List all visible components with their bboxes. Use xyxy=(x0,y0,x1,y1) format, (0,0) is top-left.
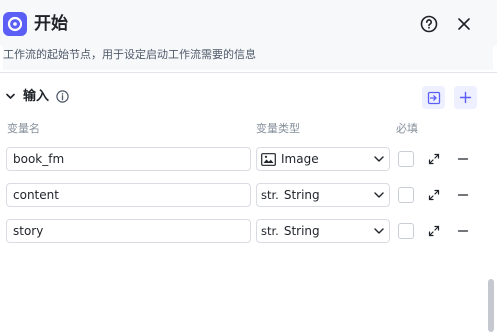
required-checkbox[interactable] xyxy=(398,187,414,203)
variable-row: story str. String xyxy=(0,219,497,243)
chevron-down-icon xyxy=(373,153,385,165)
node-header: 开始 xyxy=(0,0,497,46)
info-icon[interactable] xyxy=(56,90,69,103)
variable-type-select[interactable]: str. String xyxy=(256,183,390,207)
remove-icon[interactable] xyxy=(456,152,470,166)
column-header-name: 变量名 xyxy=(7,122,40,135)
variable-type-prefix: str. xyxy=(261,224,279,238)
expand-icon[interactable] xyxy=(427,224,441,238)
node-title: 开始 xyxy=(34,14,68,34)
variable-type-prefix: str. xyxy=(261,188,279,202)
variable-type-label: String xyxy=(283,224,320,238)
plus-icon xyxy=(459,91,472,104)
remove-icon[interactable] xyxy=(456,224,470,238)
import-icon xyxy=(427,91,440,104)
divider xyxy=(0,72,497,73)
expand-icon[interactable] xyxy=(427,152,441,166)
variable-type-select[interactable]: str. String xyxy=(256,219,390,243)
scrollbar-thumb[interactable] xyxy=(488,279,494,332)
variable-type-label: Image xyxy=(281,152,319,166)
section-title: 输入 xyxy=(23,89,50,104)
add-variable-button[interactable] xyxy=(454,86,477,109)
variable-type-select[interactable]: Image xyxy=(256,147,390,171)
column-header-type: 变量类型 xyxy=(256,122,300,135)
variable-type-label: String xyxy=(283,188,320,202)
question-circle-icon[interactable] xyxy=(419,14,439,34)
required-checkbox[interactable] xyxy=(398,151,414,167)
chevron-down-icon[interactable] xyxy=(4,90,16,102)
chevron-down-icon xyxy=(373,225,385,237)
remove-icon[interactable] xyxy=(456,188,470,202)
image-icon xyxy=(261,152,276,166)
variable-name-input[interactable]: story xyxy=(6,219,251,243)
variable-row: content str. String xyxy=(0,183,497,207)
column-header-required: 必填 xyxy=(396,122,418,135)
variable-row: book_fm Image xyxy=(0,147,497,171)
close-icon[interactable] xyxy=(454,14,474,34)
variable-name-input[interactable]: content xyxy=(6,183,251,207)
required-checkbox[interactable] xyxy=(398,223,414,239)
node-description: 工作流的起始节点，用于设定启动工作流需要的信息 xyxy=(3,46,493,70)
variable-name-input[interactable]: book_fm xyxy=(6,147,251,171)
chevron-down-icon xyxy=(373,189,385,201)
expand-icon[interactable] xyxy=(427,188,441,202)
import-button[interactable] xyxy=(422,86,445,109)
start-node-icon xyxy=(3,12,27,36)
